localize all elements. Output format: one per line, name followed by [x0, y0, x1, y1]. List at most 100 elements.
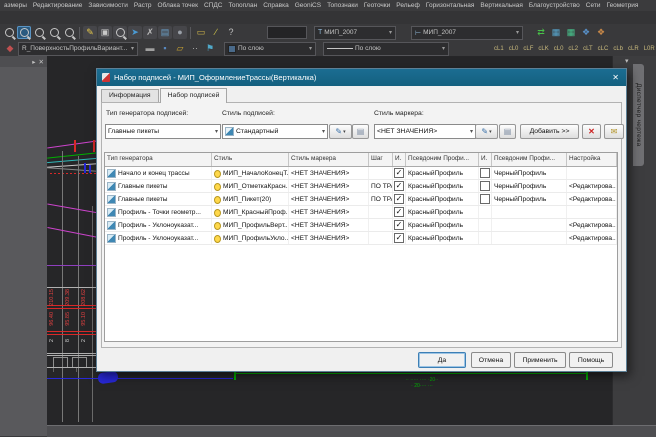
command-bar[interactable] [47, 425, 656, 437]
menu-item[interactable]: Благоустройство [526, 2, 583, 9]
layer-dots-icon[interactable]: ·· [188, 42, 202, 55]
column-header[interactable]: Настройка [567, 153, 617, 166]
ok-button[interactable]: Да [418, 352, 466, 368]
palette-close-icon[interactable]: ✕ [39, 58, 44, 66]
table-row[interactable]: Профиль - Точки геометр...МИП_КрасныйПро… [105, 206, 617, 219]
zoom-window-icon[interactable] [17, 26, 31, 39]
visibility-checkbox[interactable]: ✓ [394, 233, 404, 243]
preview-marker-style-button[interactable]: ▤ [499, 124, 516, 139]
column-header[interactable]: Стиль маркера [289, 153, 369, 166]
table-insert-icon[interactable]: ▦ [564, 26, 578, 39]
layer-key-button[interactable]: cL0 [552, 43, 566, 55]
color-combo[interactable]: По слою▾ [224, 42, 316, 56]
xref-icon[interactable]: ❖ [594, 26, 608, 39]
layer-prev-icon[interactable]: ▬ [143, 42, 157, 55]
menu-item[interactable]: азмеры [1, 2, 30, 9]
layer-key-button[interactable]: cLC [596, 43, 611, 55]
preview-label-style-button[interactable]: ▤ [352, 124, 369, 139]
layer-key-button[interactable]: cL2 [566, 43, 580, 55]
viewport-icon[interactable]: ▭ [194, 26, 208, 39]
menu-item[interactable]: Справка [260, 2, 292, 9]
table-row[interactable]: Начало и конец трассыМИП_НачалоКонецТ...… [105, 167, 617, 180]
layer-key-button[interactable]: cLF [521, 43, 535, 55]
tools-icon[interactable]: ✗ [143, 26, 157, 39]
zoom-realtime-icon[interactable] [2, 26, 16, 39]
menu-item[interactable]: Горизонтальная [423, 2, 477, 9]
add-button[interactable]: Добавить >> [520, 124, 579, 139]
table-style-icon[interactable]: ▦ [549, 26, 563, 39]
layer-key-button[interactable]: cLb [611, 43, 625, 55]
collapse-arrow-icon[interactable]: ▾ [625, 57, 629, 65]
delete-row-button[interactable]: ✕ [582, 124, 601, 139]
layer-key-button[interactable]: cLR [626, 43, 641, 55]
globe-icon[interactable]: ● [173, 26, 187, 39]
edit-label-icon[interactable]: ✎ [83, 26, 97, 39]
layer-isolate-icon[interactable]: ▪ [158, 42, 172, 55]
palette-pin-icon[interactable]: ▸ [32, 58, 35, 66]
visibility-checkbox[interactable]: ✓ [394, 207, 404, 217]
tab-label-set[interactable]: Набор подписей [160, 88, 228, 103]
edit-marker-style-button[interactable]: ✎▾ [475, 124, 498, 139]
column-header[interactable]: И. [479, 153, 492, 166]
visibility-checkbox[interactable] [480, 194, 490, 204]
update-fields-icon[interactable]: ⇄ [534, 26, 548, 39]
book-icon[interactable]: ▤ [158, 26, 172, 39]
table-row[interactable]: Профиль - Уклоноуказат...МИП_ПрофильУкло… [105, 232, 617, 245]
help-icon[interactable]: ? [224, 26, 238, 39]
quick-text-input[interactable] [267, 26, 307, 39]
layer-key-button[interactable]: cL0 [507, 43, 521, 55]
import-button[interactable]: ✉ [604, 124, 624, 139]
dim-style-combo[interactable]: ⊢МИП_2007▾ [411, 26, 523, 40]
select-icon[interactable]: ➤ [128, 26, 142, 39]
layer-combo[interactable]: R_ПоверхностьПрофильВариант...▾ [18, 42, 138, 56]
text-style-combo[interactable]: TМИП_2007▾ [314, 26, 396, 40]
table-row[interactable]: Главные пикетыМИП_ОтметкаКрасн...<НЕТ ЗН… [105, 180, 617, 193]
zoom-previous-icon[interactable] [62, 26, 76, 39]
marker-style-select[interactable]: <НЕТ ЗНАЧЕНИЯ> ▾ [374, 124, 476, 139]
cancel-button[interactable]: Отмена [471, 352, 511, 368]
menu-item[interactable]: Топоплан [225, 2, 260, 9]
generator-type-select[interactable]: Главные пикеты ▾ [105, 124, 221, 139]
menu-item[interactable]: Сети [583, 2, 604, 9]
layer-key-button[interactable]: L0R [642, 43, 656, 55]
visibility-checkbox[interactable]: ✓ [394, 181, 404, 191]
visibility-checkbox[interactable]: ✓ [394, 194, 404, 204]
properties-icon[interactable]: ▣ [98, 26, 112, 39]
visibility-checkbox[interactable] [480, 181, 490, 191]
zoom-object-icon[interactable] [47, 26, 61, 39]
block-icon[interactable]: ❖ [579, 26, 593, 39]
linetype-combo[interactable]: По слою▾ [323, 42, 449, 56]
menu-item[interactable]: Топознаки [324, 2, 361, 9]
edit-label-style-button[interactable]: ✎▾ [329, 124, 352, 139]
zoom-dynamic-icon[interactable] [32, 26, 46, 39]
dialog-titlebar[interactable]: Набор подписей - МИП_ОформлениеТрассы(Ве… [97, 69, 626, 86]
layer-manager-icon[interactable]: ◆ [3, 42, 17, 55]
layer-folder-icon[interactable]: ▱ [173, 42, 187, 55]
menu-item[interactable]: Зависимости [85, 2, 130, 9]
visibility-checkbox[interactable] [480, 168, 490, 178]
menu-item[interactable]: GeoniCS [292, 2, 324, 9]
table-row[interactable]: Главные пикетыМИП_Пикет(20)<НЕТ ЗНАЧЕНИЯ… [105, 193, 617, 206]
column-header[interactable]: Стиль [212, 153, 289, 166]
layer-key-button[interactable]: cLK [536, 43, 550, 55]
dialog-close-icon[interactable]: ✕ [610, 73, 621, 82]
column-header[interactable]: Псевдоним Профи... [492, 153, 567, 166]
drawing-manager-tab[interactable]: Диспетчер чертежа [633, 64, 644, 166]
menu-item[interactable]: Геоточки [361, 2, 393, 9]
layer-key-button[interactable]: cLT [581, 43, 595, 55]
layer-walk-icon[interactable]: ⚑ [203, 42, 217, 55]
menu-item[interactable]: Рельеф [393, 2, 423, 9]
inspect-icon[interactable] [113, 26, 127, 39]
menu-item[interactable]: Редактирование [30, 2, 86, 9]
column-header[interactable]: И. [393, 153, 406, 166]
table-row[interactable]: Профиль - Уклоноуказат...МИП_ПрофильВерт… [105, 219, 617, 232]
menu-item[interactable]: Растр [131, 2, 155, 9]
polyline-icon[interactable]: ∕ [209, 26, 223, 39]
menu-item[interactable]: Геометрия [603, 2, 641, 9]
menu-item[interactable]: СПДС [201, 2, 225, 9]
apply-button[interactable]: Применить [514, 352, 566, 368]
column-header[interactable]: Псевдоним Профи... [406, 153, 479, 166]
column-header[interactable]: Тип генератора [105, 153, 212, 166]
layer-key-button[interactable]: cL1 [492, 43, 506, 55]
visibility-checkbox[interactable]: ✓ [394, 168, 404, 178]
